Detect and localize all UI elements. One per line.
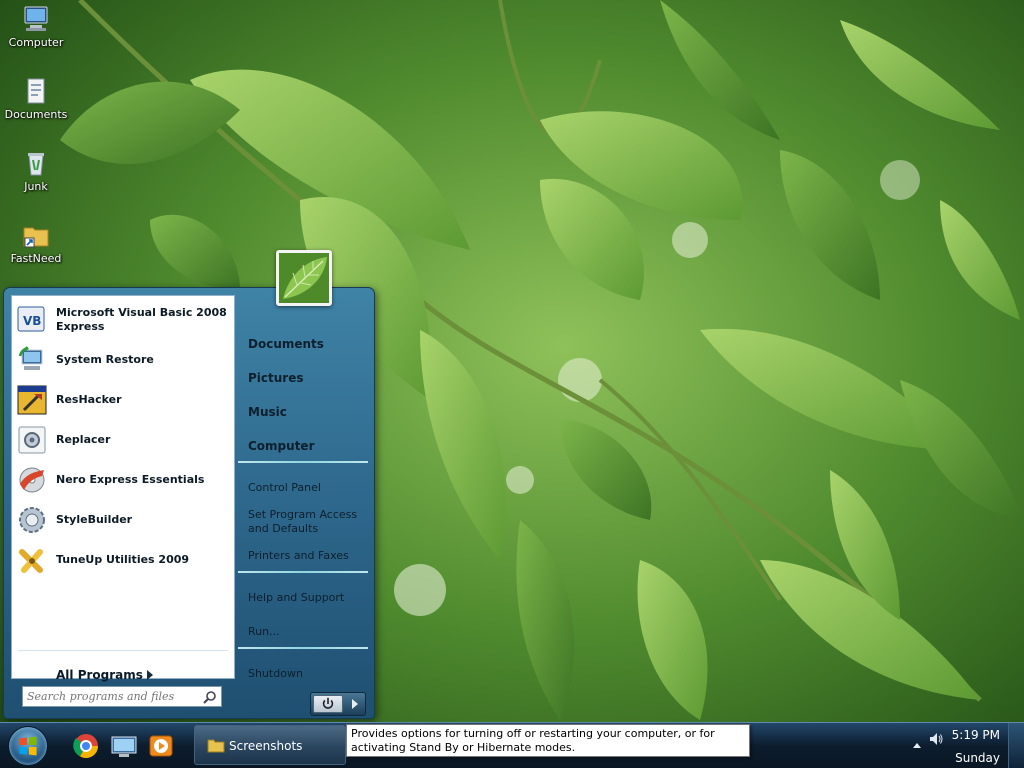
program-label: Nero Express Essentials [56, 473, 205, 486]
stylebuilder-icon [19, 507, 45, 533]
program-item-stylebuilder[interactable]: StyleBuilder [16, 502, 230, 538]
places-divider [238, 461, 368, 463]
show-desktop-button[interactable] [1008, 723, 1024, 768]
place-control-panel[interactable]: Control Panel [248, 481, 321, 494]
program-label: Microsoft Visual Basic 2008 Express [56, 306, 227, 333]
program-item-tuneup[interactable]: TuneUp Utilities 2009 [16, 542, 230, 578]
replacer-icon [18, 426, 46, 454]
place-help-and-support[interactable]: Help and Support [248, 591, 344, 604]
program-item-system-restore[interactable]: System Restore [16, 342, 230, 378]
program-label: System Restore [56, 353, 154, 366]
program-item-replacer[interactable]: Replacer [16, 422, 230, 458]
tuneup-icon [19, 549, 43, 573]
place-computer[interactable]: Computer [248, 439, 314, 453]
place-run[interactable]: Run... [248, 625, 280, 638]
taskbar-button-label: Screenshots [229, 739, 303, 753]
program-label: StyleBuilder [56, 513, 133, 526]
power-button-main[interactable] [313, 695, 343, 713]
clock-day[interactable]: Sunday [940, 751, 1000, 765]
chevron-up-icon[interactable] [912, 741, 922, 749]
search-icon[interactable] [203, 690, 217, 704]
folder-icon [207, 739, 225, 753]
power-tooltip: Provides options for turning off or rest… [346, 724, 750, 757]
recycle-bin-icon [28, 153, 44, 176]
media-player-icon[interactable] [148, 732, 176, 760]
program-item-visual-basic[interactable]: VB Microsoft Visual Basic 2008 Express [16, 302, 230, 338]
start-button[interactable] [8, 726, 48, 766]
desktop-icon-label: Computer [8, 36, 64, 49]
desktop-icon-label: Junk [24, 180, 48, 193]
program-label: ResHacker [56, 393, 122, 406]
start-menu: VB Microsoft Visual Basic 2008 Express S… [3, 287, 375, 719]
places-divider [238, 571, 368, 573]
programs-pane: VB Microsoft Visual Basic 2008 Express S… [11, 295, 235, 682]
arrow-right-icon [147, 670, 153, 680]
folder-shortcut-icon [23, 227, 49, 248]
search-input[interactable] [27, 689, 199, 704]
reshacker-icon [17, 385, 47, 415]
system-restore-icon [18, 346, 43, 370]
desktop-icon-fastneed[interactable]: FastNeed [0, 220, 72, 265]
all-programs-button[interactable]: All Programs [56, 668, 143, 682]
place-printers-and-faxes[interactable]: Printers and Faxes [248, 549, 349, 562]
leaf-user-picture-icon [279, 253, 329, 303]
programs-divider [18, 650, 228, 651]
desktop-icon-label: Documents [4, 108, 68, 121]
svg-text:VB: VB [23, 314, 41, 328]
place-documents[interactable]: Documents [248, 337, 324, 351]
chrome-icon[interactable] [72, 732, 100, 760]
places-pane: Documents Pictures Music Computer Contro… [238, 295, 368, 680]
desktop-icon-label: FastNeed [10, 252, 62, 265]
show-desktop-icon[interactable] [110, 732, 138, 760]
documents-icon [27, 78, 45, 104]
arrow-right-icon[interactable] [347, 696, 363, 712]
search-box[interactable] [22, 686, 222, 707]
user-picture[interactable] [276, 250, 332, 306]
program-label: Replacer [56, 433, 111, 446]
program-label: TuneUp Utilities 2009 [56, 553, 190, 566]
windows-logo-icon [19, 736, 37, 756]
taskbar-button-screenshots[interactable]: Screenshots [194, 725, 346, 765]
power-icon [322, 697, 334, 709]
nero-icon [19, 467, 45, 493]
program-item-reshacker[interactable]: ResHacker [16, 382, 230, 418]
power-button[interactable] [310, 692, 366, 716]
desktop-icon-computer[interactable]: Computer [0, 4, 72, 49]
computer-icon [24, 6, 48, 31]
place-music[interactable]: Music [248, 405, 287, 419]
place-shutdown[interactable]: Shutdown [248, 667, 303, 680]
place-pictures[interactable]: Pictures [248, 371, 304, 385]
desktop-icon-junk[interactable]: Junk [0, 148, 72, 193]
visual-basic-icon: VB [17, 306, 45, 332]
desktop-icon-documents[interactable]: Documents [0, 76, 72, 121]
clock-time[interactable]: 5:19 PM [940, 728, 1000, 742]
places-divider [238, 647, 368, 649]
program-item-nero[interactable]: Nero Express Essentials [16, 462, 230, 498]
place-set-program-access[interactable]: Set Program Access and Defaults [248, 508, 358, 536]
